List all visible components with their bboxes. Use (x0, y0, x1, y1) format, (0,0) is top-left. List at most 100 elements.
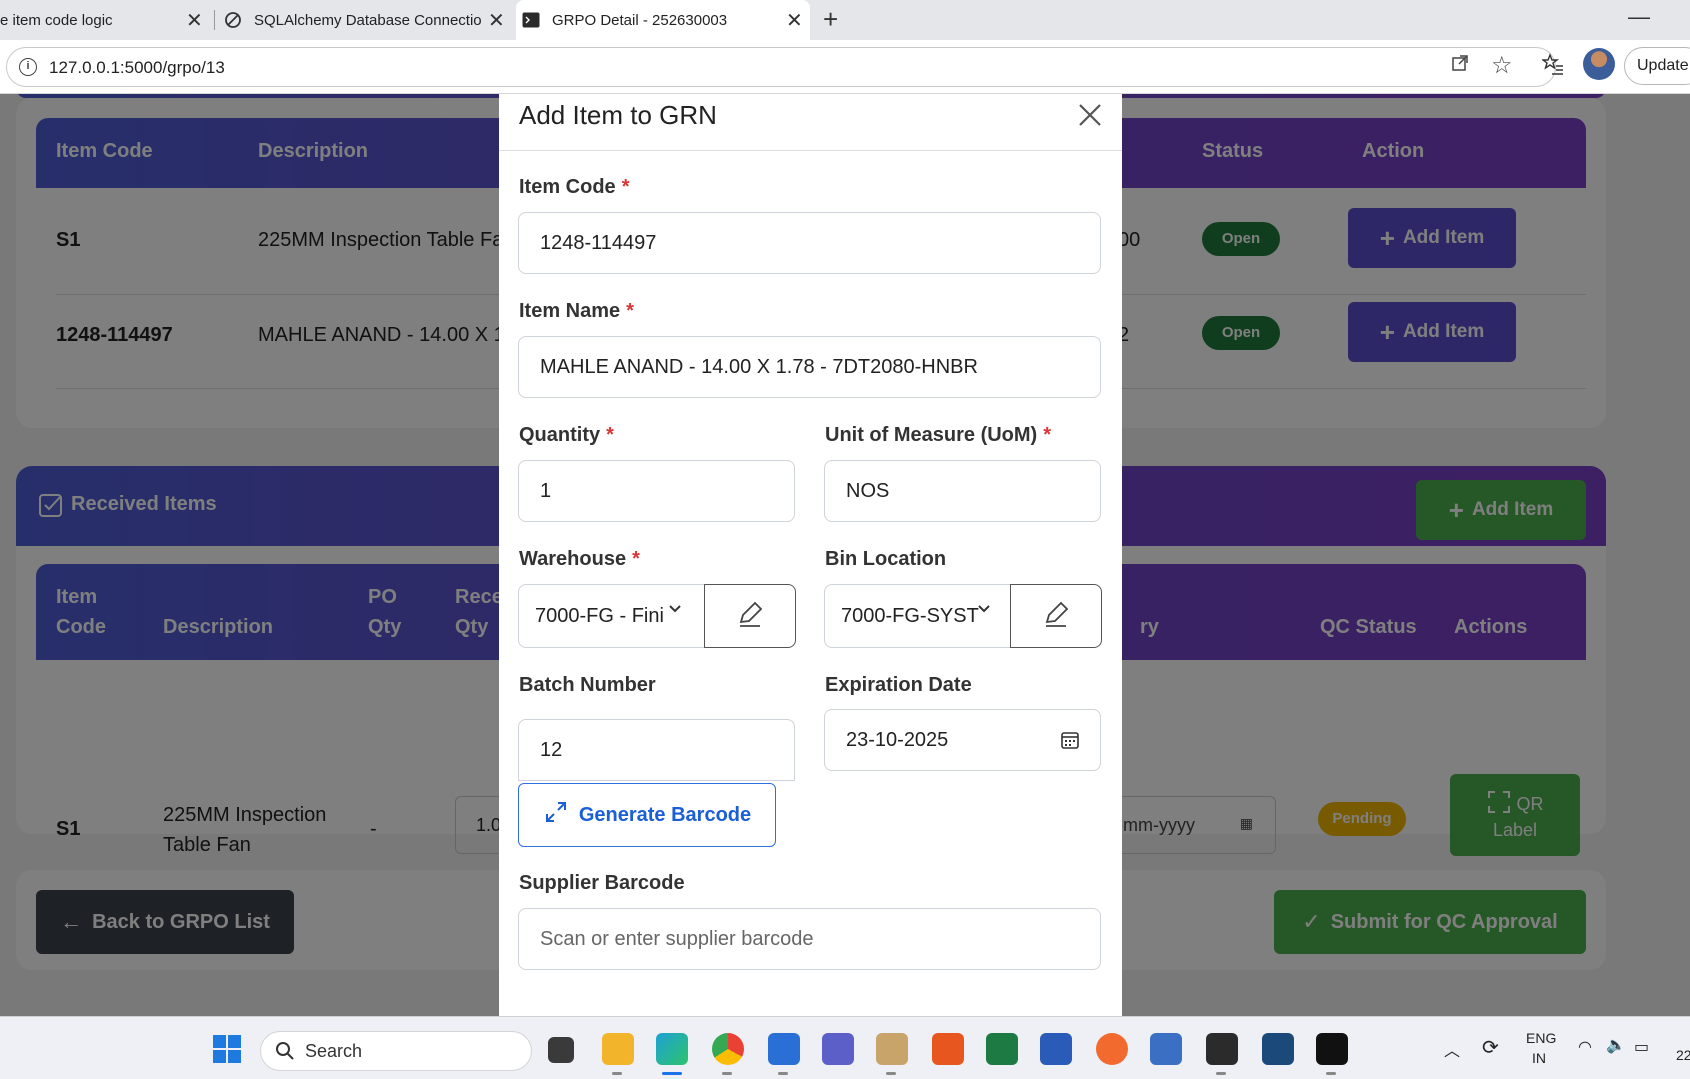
active-indicator (662, 1072, 682, 1075)
notes-app-icon[interactable] (876, 1033, 908, 1065)
expiration-date-input[interactable]: 23-10-2025 (824, 709, 1101, 771)
running-indicator (1216, 1072, 1226, 1075)
close-icon[interactable]: ✕ (186, 8, 203, 33)
profile-avatar[interactable] (1583, 48, 1615, 80)
required-mark: * (632, 548, 640, 570)
tab-label: SQLAlchemy Database Connectio (254, 11, 482, 29)
tab-item-code-logic[interactable]: e item code logic ✕ (0, 0, 210, 40)
word-icon[interactable] (1040, 1033, 1072, 1065)
expiration-date-value: 23-10-2025 (846, 728, 949, 751)
item-code-label: Item Code * (519, 176, 629, 199)
item-code-input[interactable]: 1248-114497 (518, 212, 1101, 274)
batch-number-label: Batch Number (519, 674, 656, 696)
running-indicator (722, 1072, 732, 1075)
app-icon[interactable] (1262, 1033, 1294, 1065)
teams-icon[interactable] (822, 1033, 854, 1065)
close-icon[interactable]: ✕ (488, 8, 505, 33)
modal-divider (499, 150, 1122, 151)
quantity-label: Quantity * (519, 424, 614, 447)
item-code-label-text: Item Code (519, 176, 616, 198)
tab-label: GRPO Detail - 252630003 (552, 11, 728, 29)
bin-location-value: 7000-FG-SYST (841, 604, 979, 627)
open-external-icon[interactable] (1451, 54, 1469, 78)
browser-tab-bar: e item code logic ✕ SQLAlchemy Database … (0, 0, 1690, 40)
pencil-icon (1042, 600, 1070, 633)
new-tab-icon[interactable]: + (823, 4, 838, 35)
minimize-icon[interactable]: — (1628, 4, 1650, 30)
generate-barcode-label: Generate Barcode (578, 803, 752, 826)
terminal-icon[interactable] (1206, 1033, 1238, 1065)
item-name-input[interactable]: MAHLE ANAND - 14.00 X 1.78 - 7DT2080-HNB… (518, 336, 1101, 398)
warehouse-label-text: Warehouse (519, 548, 627, 570)
notepad-icon[interactable] (768, 1033, 800, 1065)
search-label: Search (305, 1041, 363, 1061)
excel-icon[interactable] (986, 1033, 1018, 1065)
url-field[interactable]: i 127.0.0.1:5000/grpo/13 ☆ (6, 47, 1556, 87)
quantity-input[interactable]: 1 (518, 460, 795, 522)
running-indicator (778, 1072, 788, 1075)
task-view-icon[interactable] (548, 1037, 574, 1063)
close-icon[interactable]: ✕ (786, 8, 803, 33)
tab-sqlalchemy[interactable]: SQLAlchemy Database Connectio ✕ (224, 0, 510, 40)
uom-label: Unit of Measure (UoM) * (825, 424, 1051, 447)
add-item-modal: Add Item to GRN Item Code * 1248-114497 I… (499, 94, 1122, 1016)
windows-start-icon[interactable] (213, 1035, 241, 1068)
edge-browser-icon[interactable] (656, 1033, 688, 1065)
url-text[interactable]: 127.0.0.1:5000/grpo/13 (49, 58, 225, 78)
star-icon[interactable]: ☆ (1491, 51, 1513, 80)
clock[interactable]: 22 (1676, 1047, 1690, 1063)
uom-label-text: Unit of Measure (UoM) (825, 424, 1038, 446)
supplier-barcode-input[interactable]: Scan or enter supplier barcode (518, 908, 1101, 970)
pycharm-icon[interactable] (1316, 1033, 1348, 1065)
postman-icon[interactable] (1096, 1033, 1128, 1065)
warehouse-edit-button[interactable] (704, 584, 796, 648)
language-line1[interactable]: ENG (1526, 1030, 1556, 1046)
address-bar: i 127.0.0.1:5000/grpo/13 ☆ Update (0, 40, 1690, 94)
supplier-barcode-label: Supplier Barcode (519, 872, 685, 894)
tab-grpo-detail[interactable]: GRPO Detail - 252630003 ✕ (516, 0, 810, 40)
item-name-label: Item Name * (519, 300, 634, 323)
close-icon[interactable] (1077, 94, 1103, 137)
chevron-down-icon (976, 601, 992, 622)
chrome-icon[interactable] (712, 1033, 744, 1065)
update-button[interactable]: Update (1624, 47, 1690, 85)
volume-icon[interactable]: 🔈 (1606, 1035, 1626, 1055)
calculator-icon[interactable] (1150, 1033, 1182, 1065)
running-indicator (1326, 1072, 1336, 1075)
bin-location-edit-button[interactable] (1010, 584, 1102, 648)
required-mark: * (621, 176, 630, 198)
generate-barcode-button[interactable]: Generate Barcode (518, 783, 776, 847)
search-icon (275, 1041, 295, 1066)
batch-number-input[interactable]: 12 (518, 719, 795, 781)
warehouse-value: 7000-FG - Fini (535, 604, 664, 627)
chevron-down-icon (667, 601, 683, 622)
no-entry-icon (224, 11, 242, 29)
uom-input[interactable]: NOS (824, 460, 1101, 522)
app-icon[interactable] (932, 1033, 964, 1065)
wifi-icon[interactable]: ◠ (1578, 1037, 1592, 1057)
tab-separator (214, 10, 215, 30)
quantity-label-text: Quantity (519, 424, 601, 446)
tab-label: e item code logic (0, 11, 113, 29)
favorites-icon[interactable] (1540, 53, 1564, 81)
info-icon[interactable]: i (19, 58, 37, 76)
file-explorer-icon[interactable] (602, 1033, 634, 1065)
sync-icon[interactable]: ⟳ (1482, 1035, 1499, 1060)
pencil-icon (736, 600, 764, 633)
running-indicator (612, 1072, 622, 1075)
calendar-icon[interactable] (1060, 730, 1080, 756)
required-mark: * (626, 300, 634, 322)
language-line2[interactable]: IN (1532, 1050, 1546, 1066)
windows-taskbar: Search ︿ ⟳ ENG IN ◠ 🔈 ▭ 22 (0, 1016, 1690, 1079)
bin-location-label: Bin Location (825, 548, 947, 570)
chevron-up-icon[interactable]: ︿ (1444, 1037, 1460, 1061)
battery-icon[interactable]: ▭ (1634, 1037, 1649, 1057)
required-mark: * (1043, 424, 1052, 446)
running-indicator (886, 1072, 896, 1075)
item-name-label-text: Item Name (519, 300, 621, 322)
terminal-icon (522, 11, 540, 29)
warehouse-label: Warehouse * (519, 548, 640, 571)
expand-arrows-icon (543, 799, 569, 831)
taskbar-search[interactable]: Search (260, 1031, 532, 1071)
required-mark: * (606, 424, 614, 446)
